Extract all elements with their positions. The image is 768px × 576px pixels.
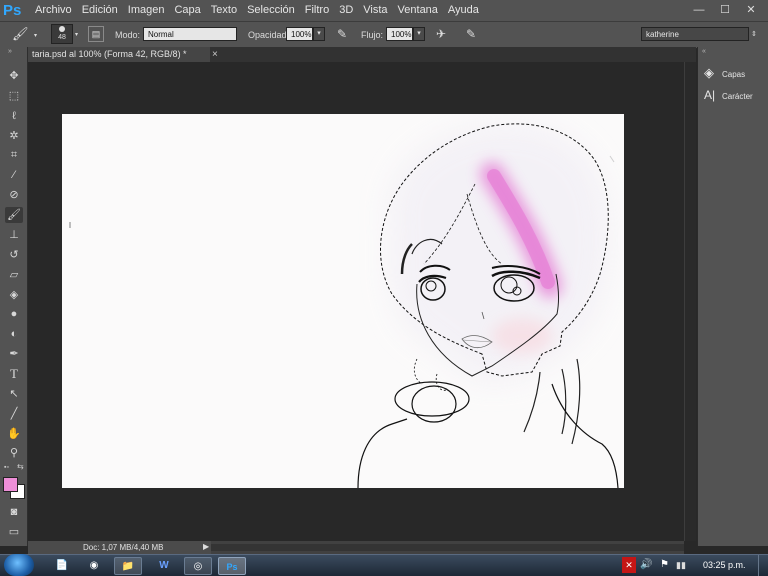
healing-brush-tool-icon[interactable]: ⊘ [5, 187, 23, 203]
zoom-tool-icon[interactable]: ⚲ [5, 445, 23, 461]
blur-tool-icon[interactable]: ● [5, 306, 23, 322]
menu-bar: Ps Archivo Edición Imagen Capa Texto Sel… [0, 0, 768, 21]
menu-filtro[interactable]: Filtro [300, 0, 334, 21]
brush-tool-icon[interactable]: 🖌 [12, 26, 30, 42]
photoshop-icon[interactable]: Ps [218, 557, 246, 575]
foreground-color-swatch[interactable] [3, 477, 18, 492]
vertical-scrollbar[interactable] [684, 62, 696, 541]
menu-list: Archivo Edición Imagen Capa Texto Selecc… [30, 0, 484, 21]
lasso-tool-icon[interactable]: ℓ [5, 108, 23, 124]
screen-mode-icon[interactable]: ▭ [5, 524, 23, 540]
menu-edicion[interactable]: Edición [77, 0, 123, 21]
brush-size-arrow-icon[interactable]: ▾ [75, 31, 78, 38]
paint-bucket-tool-icon[interactable]: ◈ [5, 287, 23, 303]
path-selection-tool-icon[interactable]: ↖ [5, 386, 23, 402]
horizontal-scrollbar[interactable] [211, 544, 684, 551]
panel-caracter-button[interactable]: A| Carácter [704, 85, 764, 105]
move-tool-icon[interactable]: ✥ [5, 68, 23, 84]
clone-stamp-tool-icon[interactable]: ⊥ [5, 227, 23, 243]
expand-panels-icon[interactable]: « [702, 48, 706, 55]
panel-caracter-label: Carácter [722, 92, 753, 101]
mode-select[interactable]: Normal [143, 27, 237, 41]
pressure-opacity-icon[interactable]: ✎ [334, 26, 350, 42]
show-desktop-button[interactable] [758, 555, 768, 576]
workspace-select[interactable]: katherine [641, 27, 749, 41]
network-icon[interactable]: ▮▮ [676, 557, 686, 573]
layers-icon: ◈ [704, 65, 714, 80]
menu-seleccion[interactable]: Selección [242, 0, 300, 21]
flow-field[interactable]: 100% [386, 27, 413, 41]
panel-dock: « ◈ Capas A| Carácter [697, 47, 768, 546]
tool-preset-arrow-icon[interactable]: ▾ [34, 32, 42, 39]
tab-close-button[interactable]: × [212, 47, 222, 62]
close-button[interactable]: ✕ [742, 3, 760, 17]
menu-imagen[interactable]: Imagen [123, 0, 170, 21]
marquee-tool-icon[interactable]: ⬚ [5, 88, 23, 104]
flag-icon[interactable]: ⚑ [660, 557, 669, 573]
brush-size-picker[interactable]: 48 [51, 24, 73, 44]
maximize-button[interactable]: ☐ [716, 3, 734, 17]
flow-dropdown-arrow-icon[interactable]: ▾ [413, 27, 425, 41]
windows-taskbar: 📄 ◉ 📁 W ◎ Ps ✕ 🔊 ⚑ ▮▮ 03:25 p.m. [0, 554, 768, 576]
volume-icon[interactable]: 🔊 [640, 557, 652, 573]
options-bar: 🖌 ▾ 48 ▾ ▤ Modo: Normal Opacidad: 100% ▾… [0, 21, 768, 49]
document-tab-bar: taria.psd al 100% (Forma 42, RGB/8) * × [28, 47, 696, 62]
brush-panel-icon[interactable]: ▤ [88, 26, 104, 42]
swap-colors-icon[interactable]: ⇆ [17, 462, 24, 471]
quick-mask-icon[interactable]: ◙ [5, 504, 23, 520]
document-size-status: Doc: 1,07 MB/4,40 MB [83, 543, 164, 552]
collapse-toolbar-icon[interactable]: » [8, 48, 12, 55]
menu-vista[interactable]: Vista [358, 0, 392, 21]
opacity-dropdown-arrow-icon[interactable]: ▾ [313, 27, 325, 41]
opacity-label: Opacidad: [248, 30, 290, 40]
document-window[interactable] [28, 62, 684, 541]
dodge-tool-icon[interactable]: ◐ [5, 326, 23, 342]
line-tool-icon[interactable]: ╱ [5, 406, 23, 422]
panel-capas-label: Capas [722, 70, 746, 79]
minimize-button[interactable]: — [690, 3, 708, 17]
status-menu-arrow-icon[interactable]: ▶ [203, 542, 209, 551]
start-orb-icon[interactable] [4, 554, 34, 576]
default-colors-icon[interactable]: ▪▫ [4, 464, 9, 471]
brush-tip-icon [59, 26, 65, 32]
pen-tool-icon[interactable]: ✒ [5, 346, 23, 362]
tools-panel: » ✥ ⬚ ℓ ✲ ⌗ ⁄ ⊘ 🖌 ⊥ ↺ ▱ ◈ ● ◐ ✒ T ↖ ╱ ✋ … [0, 47, 28, 546]
magic-wand-tool-icon[interactable]: ✲ [5, 128, 23, 144]
menu-archivo[interactable]: Archivo [30, 0, 77, 21]
character-icon: A| [704, 88, 716, 102]
menu-3d[interactable]: 3D [334, 0, 358, 21]
brush-size-value: 48 [58, 34, 66, 41]
menu-texto[interactable]: Texto [206, 0, 242, 21]
menu-ventana[interactable]: Ventana [393, 0, 443, 21]
document-tab[interactable]: taria.psd al 100% (Forma 42, RGB/8) * [28, 47, 210, 62]
eraser-tool-icon[interactable]: ▱ [5, 267, 23, 283]
type-tool-icon[interactable]: T [5, 366, 23, 382]
history-brush-tool-icon[interactable]: ↺ [5, 247, 23, 263]
workspace-arrow-icon[interactable]: ⇕ [751, 30, 757, 38]
media-icon[interactable]: ◎ [184, 557, 212, 575]
document-tab-title: taria.psd al 100% (Forma 42, RGB/8) * [32, 49, 187, 59]
drawing-artwork [69, 123, 619, 488]
status-bar: Doc: 1,07 MB/4,40 MB ▶ [28, 541, 684, 554]
opacity-field[interactable]: 100% [286, 27, 313, 41]
hand-tool-icon[interactable]: ✋ [5, 426, 23, 442]
airbrush-icon[interactable]: ✈ [433, 26, 449, 42]
clock[interactable]: 03:25 p.m. [703, 558, 746, 572]
menu-ayuda[interactable]: Ayuda [443, 0, 484, 21]
eyedropper-tool-icon[interactable]: ⁄ [5, 167, 23, 183]
brush-tool-active-icon[interactable]: 🖌 [5, 207, 23, 223]
antivirus-tray-icon[interactable]: ✕ [622, 557, 636, 573]
crop-tool-icon[interactable]: ⌗ [5, 147, 23, 163]
panel-capas-button[interactable]: ◈ Capas [704, 63, 764, 83]
mode-label: Modo: [115, 30, 141, 40]
menu-capa[interactable]: Capa [169, 0, 205, 21]
word-icon[interactable]: W [150, 557, 178, 575]
flow-label: Flujo: [361, 30, 384, 40]
canvas[interactable] [62, 114, 624, 488]
folder-icon[interactable]: 📁 [114, 557, 142, 575]
pressure-size-icon[interactable]: ✎ [463, 26, 479, 42]
file-icon[interactable]: 📄 [48, 557, 76, 575]
chrome-icon[interactable]: ◉ [80, 557, 108, 575]
photoshop-logo: Ps [3, 2, 22, 19]
